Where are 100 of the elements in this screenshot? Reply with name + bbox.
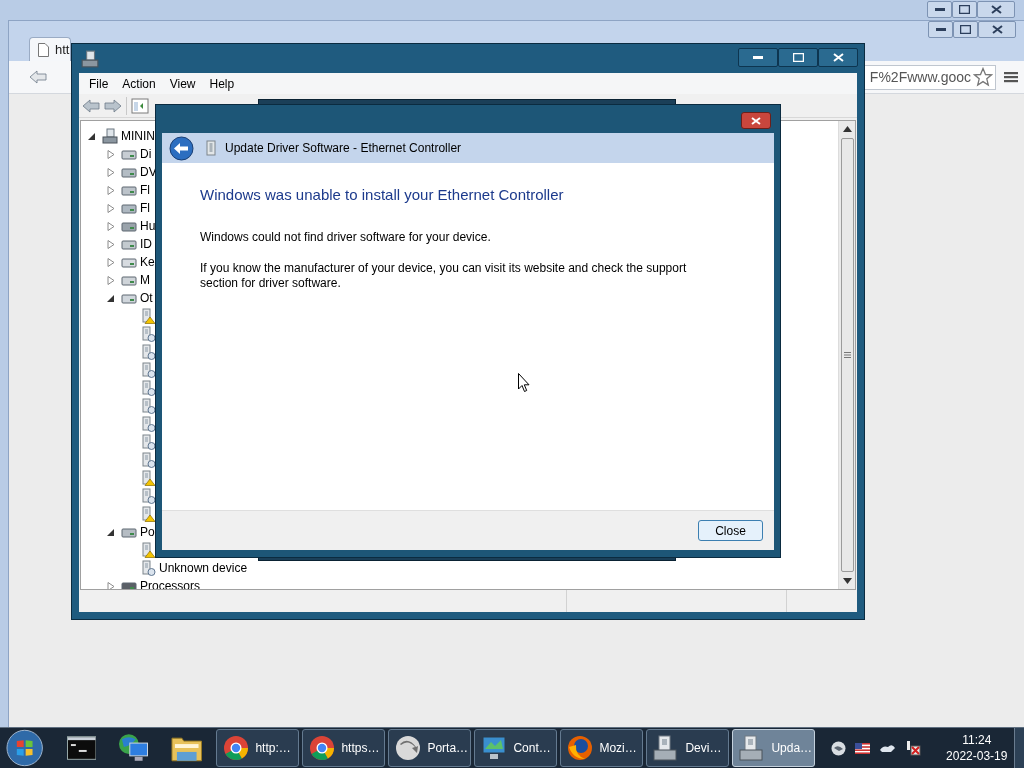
show-desktop-button[interactable] <box>1014 728 1024 768</box>
device-icon <box>140 326 156 342</box>
menu-item[interactable]: View <box>162 74 203 93</box>
device-icon <box>140 506 156 522</box>
expand-triangle-icon[interactable] <box>107 149 115 159</box>
maximize-icon <box>959 5 970 14</box>
expand-triangle-icon[interactable] <box>107 185 115 195</box>
monitor-icon <box>481 735 508 761</box>
device-icon <box>140 452 156 468</box>
computer-icon <box>81 49 99 68</box>
tree-item[interactable]: ID <box>140 236 152 252</box>
expand-triangle-icon[interactable] <box>107 275 115 285</box>
taskbar-window-button[interactable]: Mozi… <box>560 729 644 767</box>
properties-icon[interactable] <box>131 97 149 114</box>
network-disconnected-icon[interactable] <box>905 740 922 756</box>
tree-item[interactable]: MININ <box>121 128 155 144</box>
close-button[interactable] <box>741 112 771 129</box>
scroll-up-arrow-icon[interactable] <box>842 126 852 132</box>
tree-item[interactable]: Di <box>140 146 152 162</box>
tree-item[interactable]: Ke <box>140 254 155 270</box>
maximize-button[interactable] <box>952 1 977 18</box>
dialog-heading: Windows was unable to install your Ethernet Controller <box>200 185 565 205</box>
expand-triangle-icon[interactable] <box>107 581 115 589</box>
star-icon[interactable] <box>973 67 993 87</box>
dialog-title: Update Driver Software - Ethernet Controller <box>225 140 462 157</box>
maximize-icon <box>960 25 971 34</box>
back-arrow-icon[interactable] <box>82 98 100 113</box>
device-manager-icon <box>653 735 680 761</box>
tree-item[interactable]: Unknown device <box>159 560 248 576</box>
collapse-triangle-icon[interactable] <box>107 527 115 537</box>
minimize-button[interactable] <box>927 1 952 18</box>
tree-item[interactable]: M <box>140 272 150 288</box>
device-icon <box>140 434 156 450</box>
mouse-cursor-icon <box>518 373 530 393</box>
minimize-button[interactable] <box>928 21 953 38</box>
command-prompt-icon[interactable] <box>66 736 97 760</box>
browser-tab[interactable]: htt <box>29 37 71 61</box>
close-button[interactable] <box>978 21 1016 38</box>
expand-triangle-icon[interactable] <box>107 167 115 177</box>
device-icon <box>140 344 156 360</box>
expand-triangle-icon[interactable] <box>107 203 115 213</box>
minimize-icon <box>934 8 945 11</box>
tree-item[interactable]: Po <box>140 524 155 540</box>
menu-item[interactable]: Action <box>115 74 163 93</box>
maximize-icon <box>792 53 804 62</box>
tree-item[interactable]: Fl <box>140 200 150 216</box>
menu-item[interactable]: Help <box>202 74 242 93</box>
collapse-triangle-icon[interactable] <box>88 131 96 141</box>
device-manager-icon <box>739 735 766 761</box>
menu-item[interactable]: File <box>82 74 116 93</box>
back-button[interactable] <box>169 135 194 161</box>
start-button[interactable] <box>6 729 44 767</box>
close-icon <box>990 5 1002 14</box>
network-globe-icon[interactable] <box>831 740 847 756</box>
device-icon <box>140 542 156 558</box>
taskbar-window-button[interactable]: Devi… <box>646 729 730 767</box>
tree-item[interactable]: Hu <box>140 218 156 234</box>
device-icon <box>140 560 156 576</box>
close-dialog-button[interactable]: Close <box>698 520 763 541</box>
taskbar-window-button[interactable]: http:… <box>216 729 300 767</box>
computer-icon <box>102 128 118 144</box>
close-icon <box>751 116 761 125</box>
minimize-button[interactable] <box>738 48 778 67</box>
close-button[interactable] <box>977 1 1015 18</box>
maximize-button[interactable] <box>953 21 978 38</box>
clock[interactable]: 11:24 2022-03-19 <box>939 732 1015 764</box>
close-icon <box>991 25 1003 34</box>
device-icon <box>140 380 156 396</box>
device-icon <box>140 362 156 378</box>
forward-arrow-icon[interactable] <box>104 98 122 113</box>
device-icon <box>140 398 156 414</box>
tree-item[interactable]: Ot <box>140 290 153 306</box>
chrome-like-icon <box>309 735 336 761</box>
scrollbar[interactable] <box>838 121 855 589</box>
dialog-message: Windows could not find driver software for your device. <box>200 230 492 245</box>
fox-globe-icon <box>567 735 594 761</box>
tree-item[interactable]: Fl <box>140 182 150 198</box>
expand-triangle-icon[interactable] <box>107 239 115 249</box>
globe-monitor-icon[interactable] <box>118 733 150 763</box>
taskbar-window-button[interactable]: Porta… <box>388 729 472 767</box>
expand-triangle-icon[interactable] <box>107 257 115 267</box>
address-field[interactable]: F%2Fwww.gooc <box>862 64 996 90</box>
page-icon <box>38 42 49 57</box>
cloud-icon[interactable] <box>879 743 897 753</box>
network-adapter-icon <box>206 140 216 156</box>
scroll-down-arrow-icon[interactable] <box>842 578 852 584</box>
taskbar-window-button[interactable]: Upda… <box>732 729 816 767</box>
maximize-button[interactable] <box>778 48 818 67</box>
menu-icon[interactable] <box>1004 70 1018 84</box>
device-icon <box>140 470 156 486</box>
close-button[interactable] <box>818 48 858 67</box>
flag-icon[interactable] <box>855 742 871 754</box>
taskbar-window-button[interactable]: https… <box>302 729 386 767</box>
taskbar-window-button[interactable]: Cont… <box>474 729 558 767</box>
expand-triangle-icon[interactable] <box>107 221 115 231</box>
chrome-like-icon <box>223 735 250 761</box>
collapse-triangle-icon[interactable] <box>107 293 115 303</box>
scroll-thumb[interactable] <box>840 138 854 572</box>
close-icon <box>832 53 844 62</box>
device-icon <box>140 308 156 324</box>
